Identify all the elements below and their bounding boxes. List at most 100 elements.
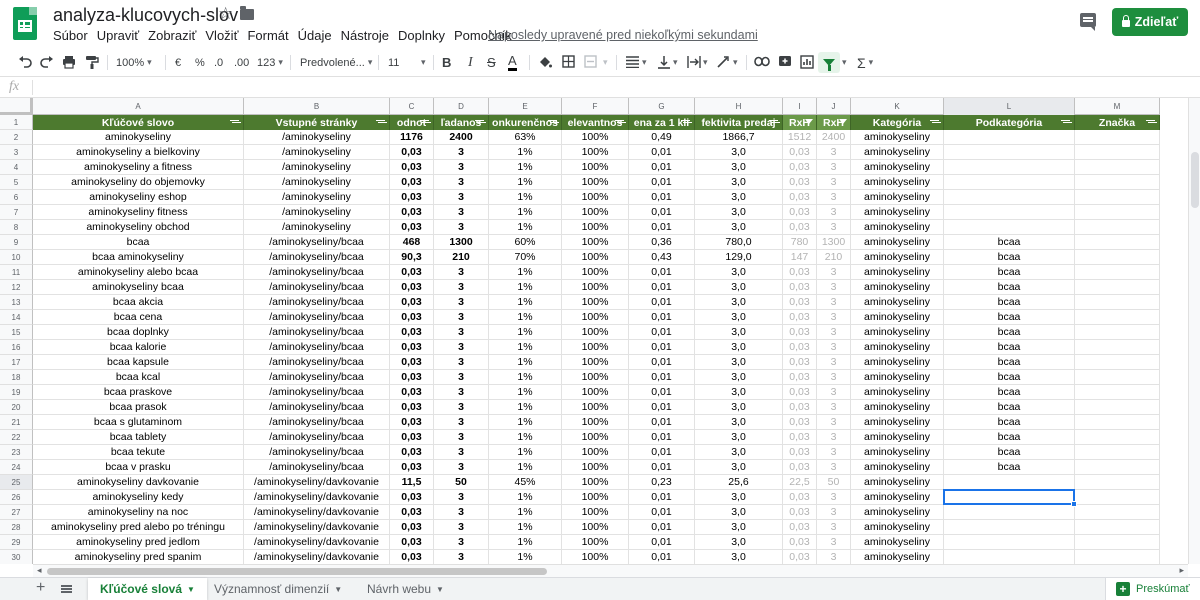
table-cell[interactable]: 780,0 [695, 235, 783, 250]
table-cell[interactable]: 100% [562, 490, 629, 505]
table-cell[interactable] [1075, 535, 1160, 550]
star-icon[interactable]: ☆ [218, 4, 233, 24]
table-cell[interactable]: 0,03 [783, 340, 817, 355]
table-cell[interactable]: 3 [817, 190, 851, 205]
menu-insert[interactable]: Vložiť [205, 28, 238, 43]
table-cell[interactable] [1075, 325, 1160, 340]
table-cell[interactable]: 0,01 [629, 145, 695, 160]
row-header[interactable]: 27 [0, 505, 33, 520]
table-cell[interactable]: 0,01 [629, 430, 695, 445]
table-cell[interactable]: 1176 [390, 130, 434, 145]
table-cell[interactable]: aminokyseliny pred jedlom [33, 535, 244, 550]
vertical-align-caret-icon[interactable]: ▾ [673, 54, 678, 71]
table-cell[interactable]: 3 [434, 415, 489, 430]
table-cell[interactable]: 3 [434, 430, 489, 445]
table-cell[interactable]: 1% [489, 280, 562, 295]
table-cell[interactable]: 0,01 [629, 265, 695, 280]
table-cell[interactable]: bcaa [944, 400, 1075, 415]
table-cell[interactable]: 3 [817, 265, 851, 280]
filter-icon[interactable] [681, 120, 690, 125]
table-cell[interactable]: 3,0 [695, 220, 783, 235]
column-header-b[interactable]: B [244, 98, 390, 115]
column-header-a[interactable]: A [33, 98, 244, 115]
table-cell[interactable] [944, 505, 1075, 520]
table-cell[interactable]: 1866,7 [695, 130, 783, 145]
table-cell[interactable]: 0,01 [629, 220, 695, 235]
table-cell[interactable]: 3 [817, 415, 851, 430]
table-header-cell[interactable]: ľadanos [434, 115, 489, 130]
table-cell[interactable]: 3 [434, 325, 489, 340]
table-cell[interactable]: 0,03 [783, 535, 817, 550]
table-cell[interactable]: bcaa tekute [33, 445, 244, 460]
tab-dropdown-icon[interactable]: ▼ [187, 585, 195, 594]
text-rotation-icon[interactable] [716, 55, 731, 69]
table-cell[interactable]: 100% [562, 160, 629, 175]
table-cell[interactable]: 1% [489, 505, 562, 520]
table-cell[interactable]: 0,03 [390, 310, 434, 325]
table-cell[interactable]: 1% [489, 370, 562, 385]
table-cell[interactable]: bcaa doplnky [33, 325, 244, 340]
table-cell[interactable]: aminokyseliny [851, 460, 944, 475]
table-cell[interactable]: 3 [434, 175, 489, 190]
table-cell[interactable]: 45% [489, 475, 562, 490]
filter-button[interactable] [818, 52, 840, 73]
percent-button[interactable]: % [195, 54, 205, 71]
table-cell[interactable]: /aminokyseliny/bcaa [244, 310, 390, 325]
table-cell[interactable]: 2400 [817, 130, 851, 145]
table-cell[interactable]: aminokyseliny [851, 340, 944, 355]
table-cell[interactable]: 3 [817, 175, 851, 190]
table-cell[interactable]: 11,5 [390, 475, 434, 490]
table-cell[interactable]: 3,0 [695, 370, 783, 385]
folder-icon[interactable] [240, 6, 254, 20]
column-header-l[interactable]: L [944, 98, 1075, 115]
table-cell[interactable] [944, 535, 1075, 550]
font-family-select[interactable]: Predvolené... [300, 54, 372, 71]
table-header-cell[interactable]: RxH [817, 115, 851, 130]
table-cell[interactable]: 0,49 [629, 130, 695, 145]
table-cell[interactable]: 0,03 [390, 160, 434, 175]
table-cell[interactable]: 100% [562, 220, 629, 235]
table-cell[interactable]: 0,03 [783, 400, 817, 415]
table-cell[interactable]: 0,01 [629, 490, 695, 505]
table-cell[interactable]: aminokyseliny [851, 175, 944, 190]
table-cell[interactable]: aminokyseliny fitness [33, 205, 244, 220]
table-cell[interactable] [1075, 295, 1160, 310]
column-header-j[interactable]: J [817, 98, 851, 115]
sheet-tab-dimensions[interactable]: Významnosť dimenzií ▼ [202, 578, 354, 600]
vertical-align-icon[interactable] [658, 55, 670, 69]
table-cell[interactable]: 100% [562, 175, 629, 190]
sheet-tab-web-design[interactable]: Návrh webu ▼ [355, 578, 456, 600]
table-cell[interactable]: 3 [817, 430, 851, 445]
table-cell[interactable]: 1% [489, 340, 562, 355]
table-cell[interactable]: 3 [817, 145, 851, 160]
table-cell[interactable] [1075, 445, 1160, 460]
table-cell[interactable]: 3 [434, 220, 489, 235]
table-cell[interactable]: 780 [783, 235, 817, 250]
table-cell[interactable]: 3 [434, 550, 489, 564]
borders-icon[interactable] [562, 55, 575, 68]
table-cell[interactable] [1075, 520, 1160, 535]
table-cell[interactable]: 1% [489, 385, 562, 400]
table-cell[interactable]: 0,36 [629, 235, 695, 250]
table-cell[interactable]: 3,0 [695, 340, 783, 355]
table-cell[interactable]: aminokyseliny [851, 550, 944, 564]
tab-dropdown-icon[interactable]: ▼ [334, 585, 342, 594]
table-cell[interactable]: bcaa [944, 355, 1075, 370]
table-cell[interactable]: 3 [434, 265, 489, 280]
last-edit-link[interactable]: Naposledy upravené pred niekoľkými sekun… [488, 28, 758, 42]
table-cell[interactable]: 3 [434, 160, 489, 175]
table-cell[interactable]: 1% [489, 295, 562, 310]
row-header[interactable]: 26 [0, 490, 33, 505]
table-cell[interactable]: 100% [562, 130, 629, 145]
table-cell[interactable]: /aminokyseliny/davkovanie [244, 490, 390, 505]
filter-icon[interactable] [615, 120, 624, 125]
table-cell[interactable]: bcaa [944, 280, 1075, 295]
table-cell[interactable] [1075, 265, 1160, 280]
table-cell[interactable]: bcaa [944, 385, 1075, 400]
explore-button[interactable]: + Preskúmať [1105, 578, 1200, 600]
table-cell[interactable]: 3,0 [695, 430, 783, 445]
table-cell[interactable]: 1% [489, 190, 562, 205]
table-cell[interactable]: bcaa tablety [33, 430, 244, 445]
table-cell[interactable]: bcaa aminokyseliny [33, 250, 244, 265]
row-header[interactable]: 28 [0, 520, 33, 535]
